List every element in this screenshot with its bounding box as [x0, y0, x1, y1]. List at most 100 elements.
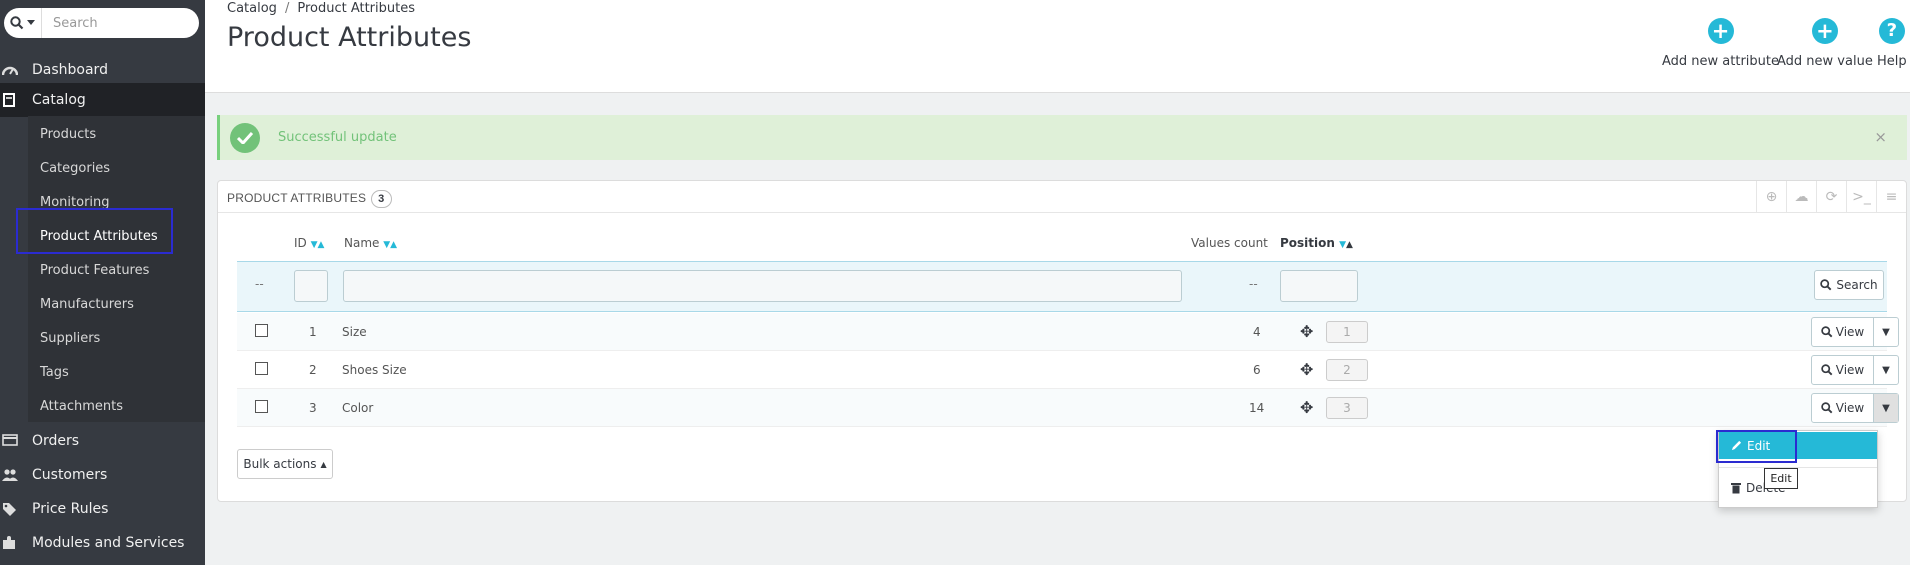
row-position: 3 [1326, 397, 1368, 419]
sidebar-item-customers[interactable]: Customers [0, 458, 205, 492]
puzzle-icon [2, 536, 18, 550]
refresh-icon[interactable]: ⟳ [1816, 181, 1846, 213]
submenu-item-attachments[interactable]: Attachments [40, 391, 123, 421]
row-id: 3 [309, 401, 317, 415]
breadcrumb-current: Product Attributes [297, 1, 415, 16]
id-filter-input[interactable] [294, 270, 328, 302]
sidebar-item-price-rules[interactable]: Price Rules [0, 492, 205, 526]
menu-divider [1719, 467, 1877, 468]
check-circle-icon [230, 122, 260, 153]
column-header-name[interactable]: Name ▼▲ [344, 236, 397, 250]
caret-up-icon: ▲ [320, 459, 327, 469]
sidebar-item-label: Orders [32, 433, 80, 449]
row-actions: View ▼ [1811, 393, 1899, 423]
search-button[interactable]: Search [1814, 270, 1884, 300]
database-icon[interactable]: ≡ [1876, 181, 1906, 213]
position-filter-input[interactable] [1280, 270, 1358, 302]
alert-message: Successful update [278, 130, 397, 145]
submenu-item-suppliers[interactable]: Suppliers [40, 323, 100, 353]
view-button[interactable]: View [1812, 394, 1874, 422]
dashboard-icon [1, 63, 19, 77]
sidebar-item-dashboard[interactable]: Dashboard [0, 53, 205, 87]
row-checkbox[interactable] [255, 362, 268, 375]
sort-icon[interactable]: ▼▲ [311, 240, 325, 250]
submenu-item-product-features[interactable]: Product Features [40, 255, 149, 285]
row-actions: View ▼ [1811, 317, 1899, 347]
cloud-upload-icon[interactable]: ☁ [1786, 181, 1816, 213]
sidebar-item-catalog[interactable]: Catalog [0, 83, 205, 117]
search-button-label: Search [1836, 278, 1878, 292]
sidebar-item-modules[interactable]: Modules and Services [0, 526, 205, 560]
zoom-icon [1821, 364, 1833, 376]
book-icon [2, 93, 18, 107]
move-icon[interactable]: ✥ [1300, 322, 1313, 341]
row-checkbox[interactable] [255, 324, 268, 337]
panel-title-text: PRODUCT ATTRIBUTES [227, 191, 367, 205]
tags-icon [2, 502, 18, 516]
add-icon[interactable]: ⊕ [1756, 181, 1786, 213]
column-header-id[interactable]: ID ▼▲ [294, 236, 324, 250]
submenu-item-tags[interactable]: Tags [40, 357, 69, 387]
credit-card-icon [2, 434, 18, 448]
column-position-label: Position [1280, 236, 1335, 250]
move-icon[interactable]: ✥ [1300, 398, 1313, 417]
sidebar-item-label: Price Rules [32, 501, 109, 517]
table-row[interactable]: 1 Size 4 ✥ 1 View ▼ [237, 313, 1899, 351]
sort-icon[interactable]: ▼▲ [383, 240, 397, 250]
view-label: View [1835, 401, 1865, 415]
submenu-item-manufacturers[interactable]: Manufacturers [40, 289, 134, 319]
sidebar: Search Dashboard Catalog Products Catego… [0, 0, 205, 565]
sort-icon[interactable]: ▼▲ [1339, 240, 1353, 250]
name-filter-input[interactable] [343, 270, 1182, 302]
row-values-count: 14 [1249, 401, 1265, 415]
edit-tooltip: Edit [1764, 468, 1798, 489]
bulk-actions-button[interactable]: Bulk actions ▲ [237, 449, 333, 479]
sidebar-item-label: Dashboard [32, 62, 108, 78]
row-name: Shoes Size [342, 363, 407, 377]
row-name: Size [342, 325, 367, 339]
users-icon [2, 468, 18, 482]
sidebar-item-label: Catalog [32, 92, 86, 108]
row-checkbox[interactable] [255, 400, 268, 413]
row-id: 1 [309, 325, 317, 339]
filter-row: -- -- Search [237, 261, 1887, 312]
terminal-icon[interactable]: >_ [1846, 181, 1876, 213]
sidebar-item-label: Customers [32, 467, 108, 483]
column-header-position[interactable]: Position ▼▲ [1280, 236, 1353, 250]
zoom-icon [1821, 326, 1833, 338]
caret-down-icon[interactable]: ▼ [1874, 356, 1898, 384]
column-name-label: Name [344, 236, 380, 250]
bulk-actions-label: Bulk actions [243, 457, 317, 471]
panel-heading: PRODUCT ATTRIBUTES 3 ⊕ ☁ ⟳ >_ ≡ [218, 181, 1906, 213]
caret-down-icon[interactable]: ▼ [1874, 318, 1898, 346]
row-values-count: 4 [1253, 325, 1261, 339]
trash-icon [1731, 483, 1741, 494]
row-values-count: 6 [1253, 363, 1261, 377]
submenu-item-products[interactable]: Products [40, 119, 96, 149]
column-id-label: ID [294, 236, 307, 250]
page-title: Product Attributes [227, 22, 472, 53]
search-input[interactable]: Search [42, 16, 98, 31]
page-header: Catalog / Product Attributes Product Attri… [205, 0, 1910, 93]
close-icon[interactable]: × [1874, 128, 1887, 146]
count-badge: 3 [371, 190, 392, 208]
help-button[interactable]: ? Help [1877, 18, 1907, 69]
table-row[interactable]: 2 Shoes Size 6 ✥ 2 View ▼ [237, 351, 1899, 389]
search-icon[interactable] [4, 8, 42, 38]
move-icon[interactable]: ✥ [1300, 360, 1313, 379]
sidebar-search[interactable]: Search [4, 8, 199, 38]
submenu-item-categories[interactable]: Categories [40, 153, 110, 183]
caret-down-icon[interactable]: ▼ [1874, 394, 1898, 422]
column-header-values-count: Values count [1191, 236, 1268, 250]
plus-circle-icon: + [1811, 18, 1838, 44]
view-label: View [1835, 363, 1865, 377]
breadcrumb-catalog[interactable]: Catalog [227, 1, 277, 16]
table-row[interactable]: 3 Color 14 ✥ 3 View ▼ [237, 389, 1899, 427]
sidebar-item-orders[interactable]: Orders [0, 424, 205, 458]
add-new-value-button[interactable]: + Add new value [1777, 18, 1873, 69]
view-button[interactable]: View [1812, 318, 1874, 346]
selection-highlight [1716, 430, 1797, 463]
add-new-attribute-button[interactable]: + Add new attribute [1662, 18, 1779, 69]
view-button[interactable]: View [1812, 356, 1874, 384]
view-label: View [1835, 325, 1865, 339]
